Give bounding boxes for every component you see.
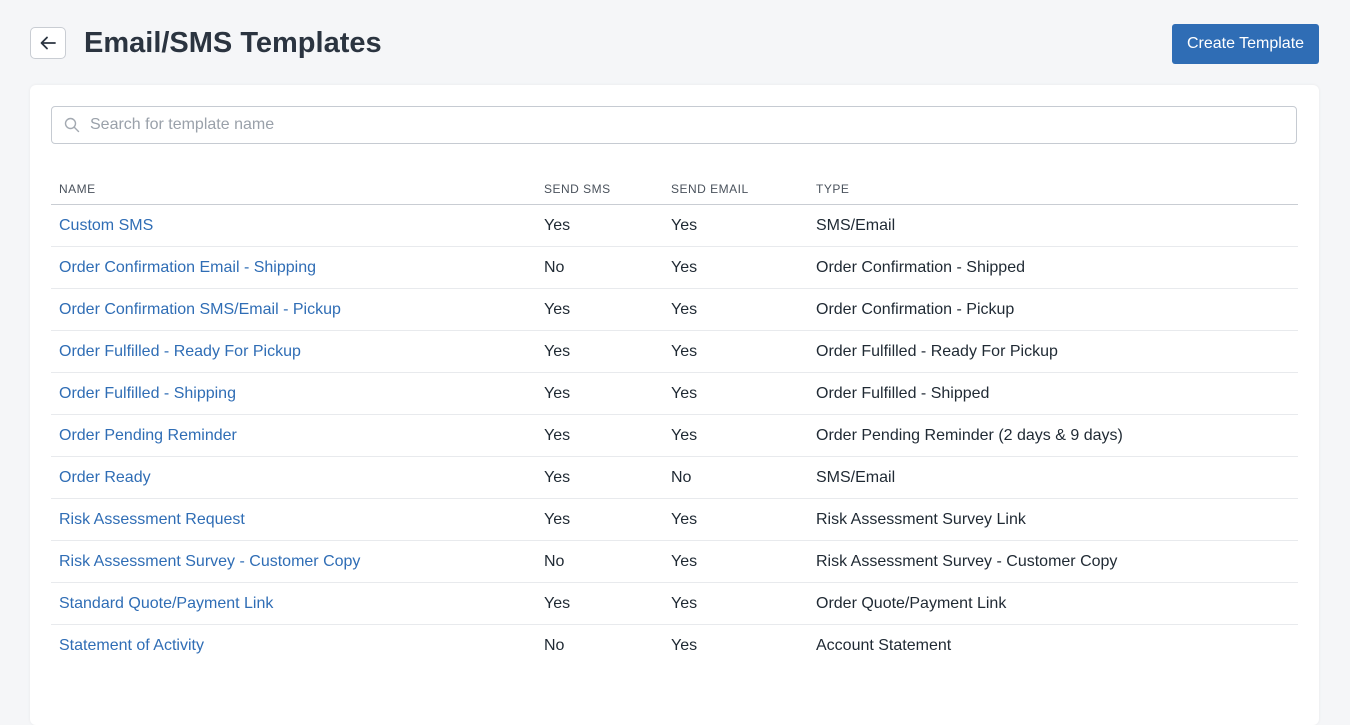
template-name-link[interactable]: Order Ready: [59, 469, 151, 486]
table-row[interactable]: Risk Assessment Request Yes Yes Risk Assess…: [51, 498, 1298, 541]
cell-type: Account Statement: [816, 636, 952, 654]
cell-send-sms: No: [536, 246, 663, 289]
table-row[interactable]: Order Confirmation SMS/Email - Pickup Yes…: [51, 288, 1298, 331]
template-name-link[interactable]: Custom SMS: [59, 217, 153, 234]
table-header-row: NAME SEND SMS SEND EMAIL TYPE: [51, 173, 1298, 205]
templates-card: NAME SEND SMS SEND EMAIL TYPE Custom SMS…: [30, 85, 1319, 725]
cell-type: Order Confirmation - Shipped: [808, 246, 1298, 289]
table-row[interactable]: Risk Assessment Survey - Customer Copy No…: [51, 540, 1298, 583]
cell-send-email: Yes: [663, 582, 808, 625]
cell-type: SMS/Email: [808, 204, 1298, 247]
cell-type: Risk Assessment Survey - Customer Copy: [808, 540, 1298, 583]
search-input[interactable]: [88, 115, 1272, 135]
template-name-link[interactable]: Order Confirmation SMS/Email - Pickup: [59, 301, 341, 318]
cell-send-email: Yes: [663, 288, 808, 331]
cell-send-sms: Yes: [536, 582, 663, 625]
cell-name: Risk Assessment Request: [51, 498, 536, 541]
column-header-type[interactable]: TYPE: [808, 173, 1298, 205]
cell-send-sms: No: [544, 636, 565, 654]
cell-send-email: Yes: [671, 636, 698, 654]
arrow-left-icon: [40, 36, 56, 50]
cell-send-email: Yes: [663, 540, 808, 583]
cell-send-email: Yes: [663, 414, 808, 457]
template-name-link[interactable]: Order Pending Reminder: [59, 427, 237, 444]
cell-send-sms: Yes: [536, 330, 663, 373]
column-header-name[interactable]: NAME: [51, 173, 536, 205]
template-name-link[interactable]: Risk Assessment Request: [59, 511, 245, 528]
template-name-link[interactable]: Standard Quote/Payment Link: [59, 595, 273, 612]
cell-type: Order Quote/Payment Link: [808, 582, 1298, 625]
cell-send-sms: Yes: [536, 372, 663, 415]
cell-name: Standard Quote/Payment Link: [51, 582, 536, 625]
cell-type: Order Fulfilled - Shipped: [808, 372, 1298, 415]
template-name-link[interactable]: Statement of Activity: [59, 637, 204, 654]
template-name-link[interactable]: Order Confirmation Email - Shipping: [59, 259, 316, 276]
cell-name: Order Confirmation SMS/Email - Pickup: [51, 288, 536, 331]
template-name-link[interactable]: Risk Assessment Survey - Customer Copy: [59, 553, 360, 570]
template-name-link[interactable]: Order Fulfilled - Ready For Pickup: [59, 343, 301, 360]
template-name-link[interactable]: Order Fulfilled - Shipping: [59, 385, 236, 402]
cell-type: Order Pending Reminder (2 days & 9 days): [808, 414, 1298, 457]
cell-send-email: Yes: [663, 498, 808, 541]
table-row[interactable]: Standard Quote/Payment Link Yes Yes Order Q…: [51, 582, 1298, 625]
table-row[interactable]: Custom SMS Yes Yes SMS/Email: [51, 204, 1298, 247]
cell-type: Order Confirmation - Pickup: [808, 288, 1298, 331]
cell-send-email: Yes: [663, 330, 808, 373]
cell-send-sms: Yes: [536, 288, 663, 331]
back-button[interactable]: [30, 27, 66, 59]
table-row[interactable]: Order Confirmation Email - Shipping No Yes…: [51, 246, 1298, 289]
templates-table: NAME SEND SMS SEND EMAIL TYPE Custom SMS…: [51, 173, 1298, 666]
cell-name: Order Fulfilled - Shipping: [51, 372, 536, 415]
table-row[interactable]: Order Pending Reminder Yes Yes Order Pendin…: [51, 414, 1298, 457]
cell-send-sms: Yes: [536, 456, 663, 499]
cell-name: Order Confirmation Email - Shipping: [51, 246, 536, 289]
column-header-send-email[interactable]: SEND EMAIL: [663, 173, 808, 205]
cell-send-sms: No: [536, 540, 663, 583]
table-row[interactable]: Order Fulfilled - Ready For Pickup Yes Yes…: [51, 330, 1298, 373]
cell-name: Risk Assessment Survey - Customer Copy: [51, 540, 536, 583]
cell-send-email: Yes: [663, 372, 808, 415]
cell-send-email: Yes: [663, 246, 808, 289]
cell-name: Order Fulfilled - Ready For Pickup: [51, 330, 536, 373]
column-header-send-sms[interactable]: SEND SMS: [536, 173, 663, 205]
cell-type: Risk Assessment Survey Link: [808, 498, 1298, 541]
cell-send-email: No: [663, 456, 808, 499]
cell-name: Order Ready: [51, 456, 536, 499]
cell-send-sms: Yes: [536, 414, 663, 457]
table-row[interactable]: Order Fulfilled - Shipping Yes Yes Order Fu…: [51, 372, 1298, 415]
cell-name: Order Pending Reminder: [51, 414, 536, 457]
cell-name: Custom SMS: [51, 204, 536, 247]
cell-type: Order Fulfilled - Ready For Pickup: [808, 330, 1298, 373]
table-row[interactable]: Order Ready Yes No SMS/Email: [51, 456, 1298, 499]
create-template-button[interactable]: Create Template: [1172, 24, 1319, 64]
cell-name: Statement of Activity: [51, 625, 536, 667]
search-box[interactable]: [51, 106, 1297, 144]
cell-type: SMS/Email: [808, 456, 1298, 499]
search-icon: [64, 117, 80, 133]
cell-send-email: Yes: [663, 204, 808, 247]
table-row[interactable]: Statement of Activity No Yes Account Statem…: [51, 625, 1298, 667]
cell-send-sms: Yes: [536, 204, 663, 247]
cell-send-sms: Yes: [536, 498, 663, 541]
page-title: Email/SMS Templates: [84, 27, 382, 59]
